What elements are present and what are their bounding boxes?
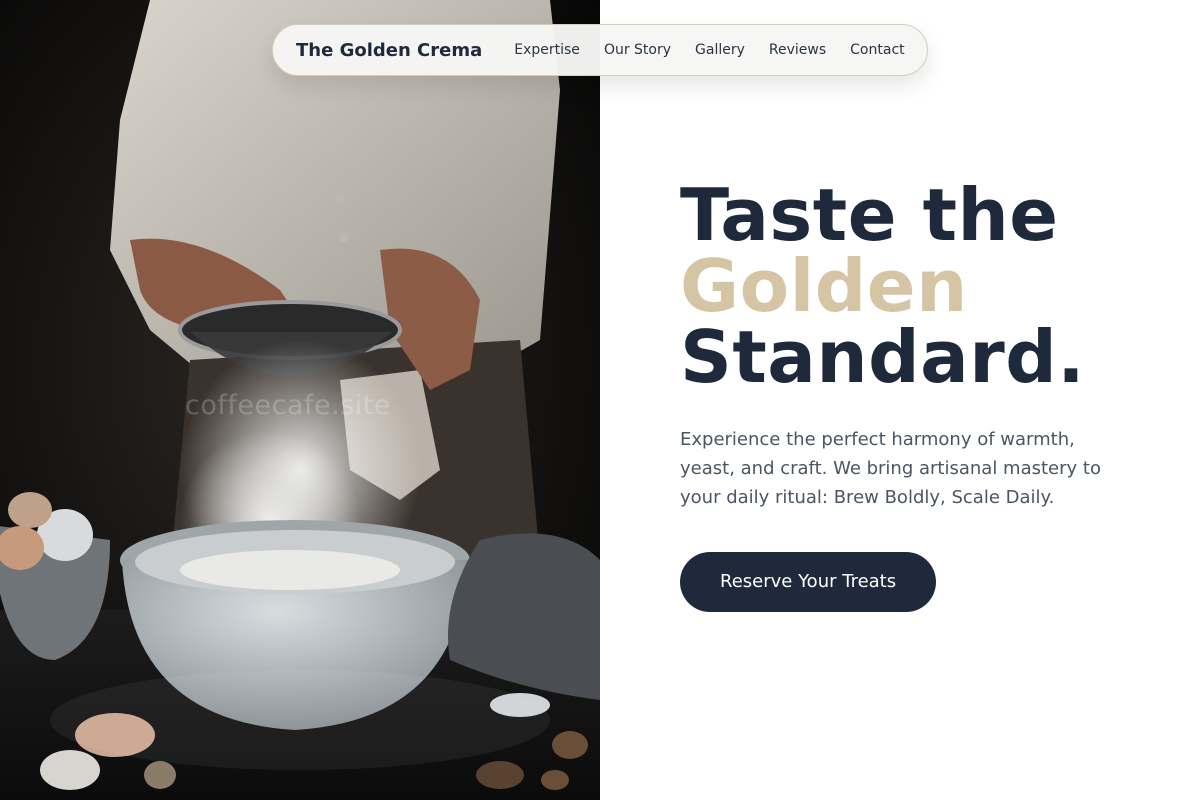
landing-page: coffeecafe.site The Golden Crema Experti…	[0, 0, 1200, 800]
hero-image: coffeecafe.site	[0, 0, 600, 800]
image-watermark: coffeecafe.site	[185, 390, 391, 421]
brand-logo[interactable]: The Golden Crema	[296, 40, 482, 61]
headline-line-1: Taste the	[680, 173, 1059, 257]
hero-description: Experience the perfect harmony of warmth…	[680, 429, 1101, 508]
headline-line-3: Standard.	[680, 315, 1086, 399]
nav-link-gallery[interactable]: Gallery	[695, 42, 745, 58]
hero-headline: Taste the Golden Standard.	[680, 173, 1150, 399]
nav-links: Expertise Our Story Gallery Reviews Cont…	[514, 42, 928, 58]
hero-content: Taste the Golden Standard. Experience th…	[680, 173, 1150, 612]
headline-accent-word: Golden	[680, 244, 968, 328]
nav-link-reviews[interactable]: Reviews	[769, 42, 826, 58]
top-navigation: The Golden Crema Expertise Our Story Gal…	[272, 24, 928, 76]
nav-link-contact[interactable]: Contact	[850, 42, 904, 58]
reserve-treats-button[interactable]: Reserve Your Treats	[680, 552, 937, 612]
nav-link-expertise[interactable]: Expertise	[514, 42, 580, 58]
nav-link-our-story[interactable]: Our Story	[604, 42, 671, 58]
